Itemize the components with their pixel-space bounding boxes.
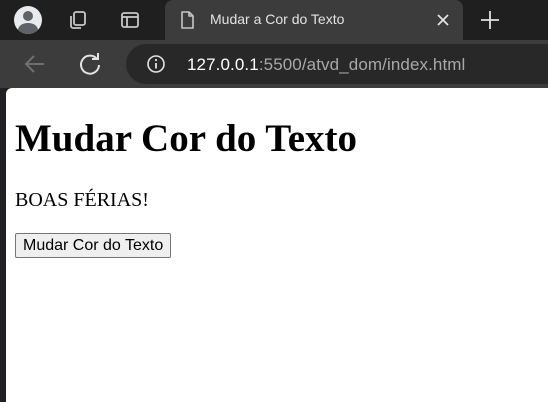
active-tab[interactable]: Mudar a Cor do Texto [165,0,463,40]
tab-actions-icon[interactable] [114,4,146,36]
profile-avatar-icon[interactable] [12,4,44,36]
tab-title: Mudar a Cor do Texto [210,11,345,27]
url-path: :5500/atvd_dom/index.html [258,55,466,74]
url-host: 127.0.0.1 [187,55,259,74]
toolbar: 127.0.0.1:5500/atvd_dom/index.html [0,40,548,88]
reload-icon[interactable] [76,50,104,78]
url-text[interactable]: 127.0.0.1:5500/atvd_dom/index.html [187,55,465,75]
page-text: BOAS FÉRIAS! [15,189,149,211]
document-icon [181,11,194,29]
page-heading: Mudar Cor do Texto [15,117,358,160]
site-info-icon[interactable] [146,54,166,74]
new-tab-plus-icon[interactable] [476,6,504,34]
tab-strip: Mudar a Cor do Texto [0,0,548,40]
browser-chrome: Mudar a Cor do Texto 127.0.0.1:5500/atvd… [0,0,548,88]
change-color-button[interactable]: Mudar Cor do Texto [15,233,172,258]
back-arrow-icon[interactable] [21,50,49,78]
address-bar[interactable]: 127.0.0.1:5500/atvd_dom/index.html [126,44,548,84]
close-tab-icon[interactable] [433,10,453,30]
workspaces-icon[interactable] [62,4,94,36]
page-viewport: Mudar Cor do Texto BOAS FÉRIAS! Mudar Co… [6,88,548,402]
